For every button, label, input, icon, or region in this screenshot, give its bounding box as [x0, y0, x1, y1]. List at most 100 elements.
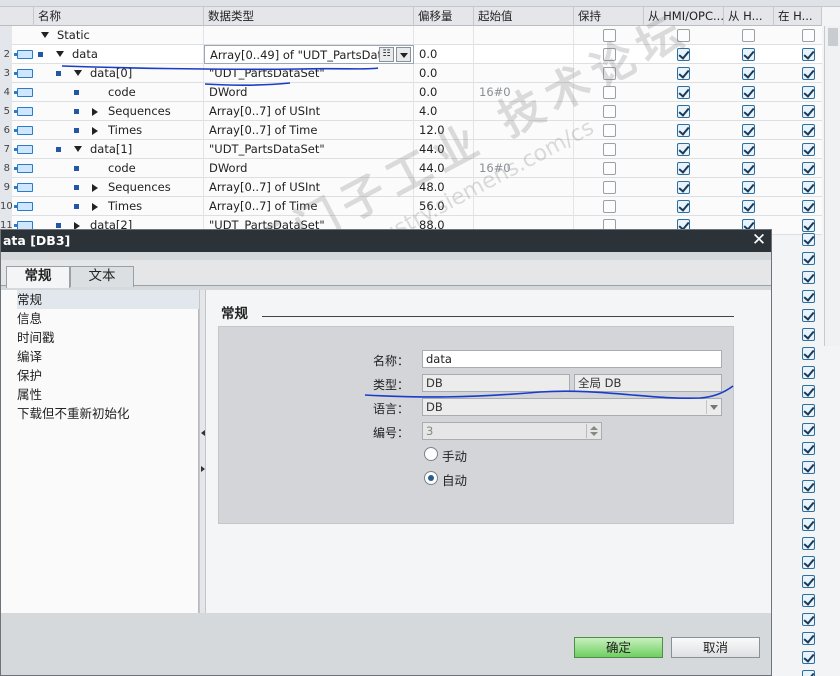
- expand-triangle-icon[interactable]: [92, 184, 98, 192]
- column-checkbox[interactable]: [802, 271, 815, 284]
- column-checkbox[interactable]: [802, 670, 815, 676]
- from-h-checkbox[interactable]: [742, 181, 755, 194]
- in-h-checkbox[interactable]: [802, 29, 815, 42]
- hmi-opc-checkbox[interactable]: [677, 162, 690, 175]
- nav-item-timestamp[interactable]: 时间戳: [17, 328, 55, 347]
- radio-auto[interactable]: [424, 471, 438, 485]
- table-row[interactable]: Static: [0, 26, 822, 45]
- hmi-opc-checkbox[interactable]: [677, 48, 690, 61]
- row-start-value[interactable]: [474, 102, 574, 121]
- table-row[interactable]: 3 data[0] "UDT_PartsDataSet" 0.0: [0, 64, 822, 83]
- collapse-left-icon[interactable]: [201, 430, 205, 436]
- retain-checkbox[interactable]: [603, 29, 616, 42]
- header-from-h[interactable]: 从 H...: [724, 7, 774, 26]
- expand-triangle-icon[interactable]: [92, 127, 98, 135]
- tab-text[interactable]: 文本: [70, 266, 134, 287]
- row-datatype[interactable]: Array[0..7] of USInt: [204, 102, 414, 121]
- nav-item-attributes[interactable]: 属性: [17, 385, 42, 404]
- column-checkbox[interactable]: [802, 385, 815, 398]
- from-h-checkbox[interactable]: [742, 143, 755, 156]
- retain-checkbox[interactable]: [603, 48, 616, 61]
- column-checkbox[interactable]: [802, 537, 815, 550]
- row-datatype[interactable]: "UDT_PartsDataSet": [204, 140, 414, 159]
- from-h-checkbox[interactable]: [742, 86, 755, 99]
- in-h-checkbox[interactable]: [802, 67, 815, 80]
- nav-item-general[interactable]: 常规: [17, 290, 199, 309]
- retain-checkbox[interactable]: [603, 162, 616, 175]
- row-name[interactable]: data[0]: [90, 64, 204, 83]
- hmi-opc-checkbox[interactable]: [677, 143, 690, 156]
- row-start-value[interactable]: 16#0: [474, 159, 574, 178]
- from-h-checkbox[interactable]: [742, 162, 755, 175]
- column-checkbox[interactable]: [802, 442, 815, 455]
- pane-splitter[interactable]: [199, 290, 206, 613]
- in-h-checkbox[interactable]: [802, 124, 815, 137]
- nav-item-compile[interactable]: 编译: [17, 347, 42, 366]
- row-name[interactable]: data[1]: [90, 140, 204, 159]
- chevron-down-icon[interactable]: [706, 400, 720, 414]
- row-start-value[interactable]: [474, 26, 574, 45]
- in-h-checkbox[interactable]: [802, 181, 815, 194]
- row-start-value[interactable]: 16#0: [474, 83, 574, 102]
- column-checkbox[interactable]: [802, 651, 815, 664]
- column-checkbox[interactable]: [802, 613, 815, 626]
- column-checkbox[interactable]: [802, 632, 815, 645]
- radio-manual[interactable]: [424, 447, 438, 461]
- row-start-value[interactable]: [474, 64, 574, 83]
- column-checkbox[interactable]: [802, 347, 815, 360]
- hmi-opc-checkbox[interactable]: [677, 29, 690, 42]
- table-row[interactable]: 9 Sequences Array[0..7] of USInt 48.0: [0, 178, 822, 197]
- table-row[interactable]: 8 code DWord 44.0 16#0: [0, 159, 822, 178]
- expand-triangle-icon[interactable]: [92, 108, 98, 116]
- row-name[interactable]: data: [72, 45, 204, 64]
- from-h-checkbox[interactable]: [742, 124, 755, 137]
- collapse-triangle-icon[interactable]: [56, 51, 64, 57]
- number-stepper[interactable]: 3: [422, 422, 602, 440]
- in-h-checkbox[interactable]: [802, 48, 815, 61]
- expand-triangle-icon[interactable]: [92, 203, 98, 211]
- row-name[interactable]: Times: [108, 197, 204, 216]
- spinner-arrows-icon[interactable]: [586, 424, 600, 438]
- close-icon[interactable]: ✕: [750, 231, 768, 249]
- retain-checkbox[interactable]: [603, 105, 616, 118]
- header-in-h[interactable]: 在 H...: [774, 7, 822, 26]
- column-checkbox[interactable]: [802, 423, 815, 436]
- column-checkbox[interactable]: [802, 518, 815, 531]
- retain-checkbox[interactable]: [603, 86, 616, 99]
- header-start-value[interactable]: 起始值: [474, 7, 574, 26]
- row-start-value[interactable]: [474, 121, 574, 140]
- header-offset[interactable]: 偏移量: [414, 7, 474, 26]
- column-checkbox[interactable]: [802, 556, 815, 569]
- row-start-value[interactable]: [474, 178, 574, 197]
- column-checkbox[interactable]: [802, 309, 815, 322]
- hmi-opc-checkbox[interactable]: [677, 86, 690, 99]
- in-h-checkbox[interactable]: [802, 105, 815, 118]
- row-datatype[interactable]: Array[0..7] of Time: [204, 197, 414, 216]
- browse-icon[interactable]: ☷: [379, 47, 394, 62]
- in-h-checkbox[interactable]: [802, 86, 815, 99]
- vertical-scrollbar[interactable]: [824, 26, 840, 346]
- table-row[interactable]: 5 Sequences Array[0..7] of USInt 4.0: [0, 102, 822, 121]
- row-name[interactable]: Sequences: [108, 102, 204, 121]
- row-name[interactable]: Times: [108, 121, 204, 140]
- table-row[interactable]: 2 data Array[0..49] of "UDT_PartsDat... ☷ 0.…: [0, 45, 822, 64]
- row-datatype[interactable]: [204, 26, 414, 45]
- column-checkbox[interactable]: [802, 290, 815, 303]
- row-datatype[interactable]: Array[0..7] of USInt: [204, 178, 414, 197]
- column-checkbox[interactable]: [802, 461, 815, 474]
- in-h-checkbox[interactable]: [802, 200, 815, 213]
- hmi-opc-checkbox[interactable]: [677, 200, 690, 213]
- from-h-checkbox[interactable]: [742, 67, 755, 80]
- row-start-value[interactable]: [474, 140, 574, 159]
- language-select[interactable]: DB: [422, 398, 722, 416]
- collapse-triangle-icon[interactable]: [74, 70, 82, 76]
- column-checkbox[interactable]: [802, 480, 815, 493]
- retain-checkbox[interactable]: [603, 200, 616, 213]
- from-h-checkbox[interactable]: [742, 200, 755, 213]
- row-datatype[interactable]: "UDT_PartsDataSet": [204, 64, 414, 83]
- ok-button[interactable]: 确定: [574, 637, 663, 658]
- tab-general[interactable]: 常规: [6, 266, 70, 288]
- retain-checkbox[interactable]: [603, 181, 616, 194]
- from-h-checkbox[interactable]: [742, 48, 755, 61]
- row-datatype[interactable]: Array[0..7] of Time: [204, 121, 414, 140]
